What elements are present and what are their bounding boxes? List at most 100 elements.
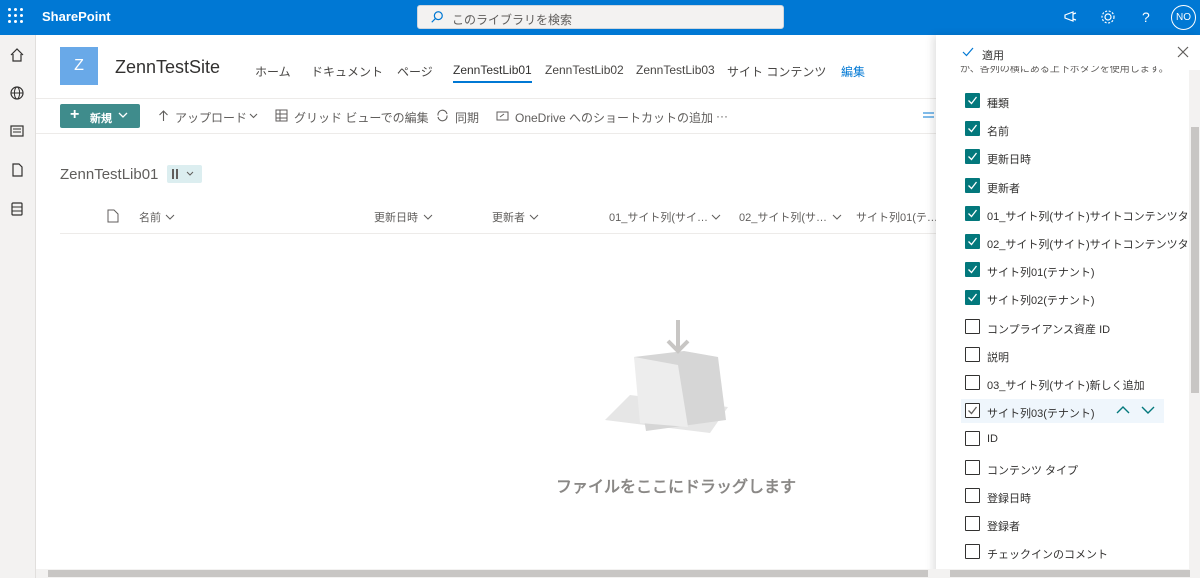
grid-edit-button[interactable]: グリッド ビューでの編集: [294, 109, 429, 126]
column-option-label: 更新者: [987, 182, 1020, 195]
plus-icon: +: [70, 106, 80, 123]
column-option-item[interactable]: サイト列01(テナント): [961, 258, 1193, 282]
command-bar: + 新規 アップロード グリッド ビューでの編集 同期 OneDrive へのシ…: [36, 99, 936, 134]
column-checkbox[interactable]: [965, 459, 980, 475]
column-header-name[interactable]: 名前: [139, 209, 161, 225]
column-option-item[interactable]: コンプライアンス資産 ID: [961, 315, 1193, 339]
column-option-item[interactable]: 説明: [961, 343, 1193, 367]
column-option-item[interactable]: 登録日時: [961, 484, 1193, 508]
chevron-down-icon: [423, 214, 433, 220]
view-options-icon[interactable]: [922, 109, 935, 122]
checkmark-icon: [968, 265, 978, 274]
checkmark-icon: [968, 96, 978, 105]
column-checkbox[interactable]: [965, 346, 980, 362]
column-header-divider: [60, 233, 936, 234]
sync-button[interactable]: 同期: [455, 109, 479, 126]
column-option-item[interactable]: 01_サイト列(サイト)サイトコンテンツタ-: [961, 202, 1193, 226]
library-view-switcher[interactable]: [167, 165, 202, 183]
column-checkbox[interactable]: [965, 121, 980, 137]
column-option-item[interactable]: 02_サイト列(サイト)サイトコンテンツタ-: [961, 230, 1193, 254]
column-checkbox[interactable]: [965, 234, 980, 249]
megaphone-icon[interactable]: [1062, 8, 1080, 26]
news-icon[interactable]: [9, 123, 25, 139]
nav-zenntestlib01[interactable]: ZennTestLib01: [453, 63, 532, 83]
column-checkbox[interactable]: [965, 431, 980, 447]
column-option-label: 登録者: [987, 521, 1020, 533]
column-option-item[interactable]: 03_サイト列(サイト)新しく追加: [961, 371, 1193, 395]
nav-zenntestlib03[interactable]: ZennTestLib03: [636, 63, 715, 77]
nav-site-contents[interactable]: サイト コンテンツ: [727, 63, 826, 80]
app-launcher-icon[interactable]: [8, 8, 24, 24]
nav-zenntestlib02[interactable]: ZennTestLib02: [545, 63, 624, 77]
column-header-modified-by[interactable]: 更新者: [492, 209, 525, 225]
more-icon[interactable]: ···: [716, 109, 728, 123]
move-down-icon[interactable]: [1140, 403, 1156, 417]
column-option-item[interactable]: チェックインのコメント: [961, 540, 1193, 564]
column-checkbox[interactable]: [965, 375, 980, 390]
column-option-item[interactable]: 更新日時: [961, 145, 1193, 169]
column-checkbox[interactable]: [965, 262, 980, 278]
database-icon[interactable]: [9, 201, 25, 217]
home-icon[interactable]: [9, 47, 25, 63]
onedrive-shortcut-button[interactable]: OneDrive へのショートカットの追加: [515, 109, 713, 126]
checkmark-icon: [962, 47, 974, 57]
column-header-modified[interactable]: 更新日時: [374, 209, 418, 225]
column-option-item[interactable]: ID: [961, 427, 1193, 451]
column-option-item[interactable]: 種類: [961, 89, 1193, 113]
shortcut-icon: [496, 111, 509, 121]
document-icon[interactable]: [9, 162, 25, 178]
column-option-item[interactable]: サイト列03(テナント): [961, 399, 1164, 424]
column-option-label: サイト列02(テナント): [987, 295, 1095, 308]
close-icon[interactable]: [1176, 45, 1190, 59]
column-checkbox[interactable]: [965, 403, 980, 419]
column-checkbox[interactable]: [965, 544, 980, 560]
nav-edit[interactable]: 編集: [841, 63, 865, 80]
column-checkbox[interactable]: [965, 205, 980, 221]
column-option-item[interactable]: 更新者: [961, 174, 1193, 198]
gear-icon[interactable]: [1099, 8, 1117, 26]
column-checkbox[interactable]: [965, 177, 980, 193]
column-option-label: 名前: [987, 126, 1009, 139]
column-option-label: チェックインのコメント: [987, 549, 1108, 562]
globe-icon[interactable]: [9, 85, 25, 101]
search-box[interactable]: このライブラリを検索: [417, 5, 784, 29]
checkmark-icon: [968, 124, 978, 133]
chevron-down-icon: [118, 112, 128, 118]
sharepoint-brand[interactable]: SharePoint: [42, 9, 111, 24]
panel-horizontal-scroll-thumb[interactable]: [950, 570, 1190, 577]
suite-bar: SharePoint このライブラリを検索 ? NO: [0, 0, 1200, 35]
column-checkbox[interactable]: [965, 516, 980, 531]
column-header-site-col-tenant-01[interactable]: サイト列01(テ…: [856, 209, 938, 225]
nav-documents[interactable]: ドキュメント: [311, 63, 383, 80]
chevron-down-icon: [165, 214, 175, 220]
column-option-item[interactable]: 登録者: [961, 512, 1193, 536]
column-checkbox[interactable]: [965, 290, 980, 306]
horizontal-scroll-thumb[interactable]: [48, 570, 928, 577]
column-checkbox[interactable]: [965, 487, 980, 503]
apply-button[interactable]: 適用: [982, 47, 1004, 63]
site-title[interactable]: ZennTestSite: [115, 57, 220, 78]
column-option-label: コンプライアンス資産 ID: [987, 323, 1111, 336]
column-option-item[interactable]: コンテンツ タイプ: [961, 456, 1193, 480]
avatar[interactable]: NO: [1171, 5, 1196, 30]
chevron-down-icon: [711, 214, 721, 220]
sync-icon: [437, 109, 448, 122]
upload-button[interactable]: アップロード: [175, 109, 247, 126]
move-up-icon[interactable]: [1115, 403, 1131, 417]
new-button[interactable]: + 新規: [60, 104, 140, 128]
nav-home[interactable]: ホーム: [255, 63, 291, 80]
column-option-item[interactable]: サイト列02(テナント): [961, 286, 1193, 310]
nav-pages[interactable]: ページ: [397, 63, 433, 80]
file-type-icon[interactable]: [107, 209, 119, 223]
panel-scroll-thumb[interactable]: [1191, 127, 1199, 393]
chevron-down-icon: [529, 214, 539, 220]
column-header-site-col-01[interactable]: 01_サイト列(サイ…: [609, 209, 708, 225]
site-logo[interactable]: Z: [60, 47, 98, 85]
column-header-site-col-02[interactable]: 02_サイト列(サ…: [739, 209, 827, 225]
column-checkbox[interactable]: [965, 318, 980, 334]
chevron-down-icon[interactable]: [247, 109, 260, 122]
help-icon[interactable]: ?: [1137, 8, 1155, 26]
column-checkbox[interactable]: [965, 93, 980, 108]
column-checkbox[interactable]: [965, 149, 980, 165]
column-option-item[interactable]: 名前: [961, 117, 1193, 141]
